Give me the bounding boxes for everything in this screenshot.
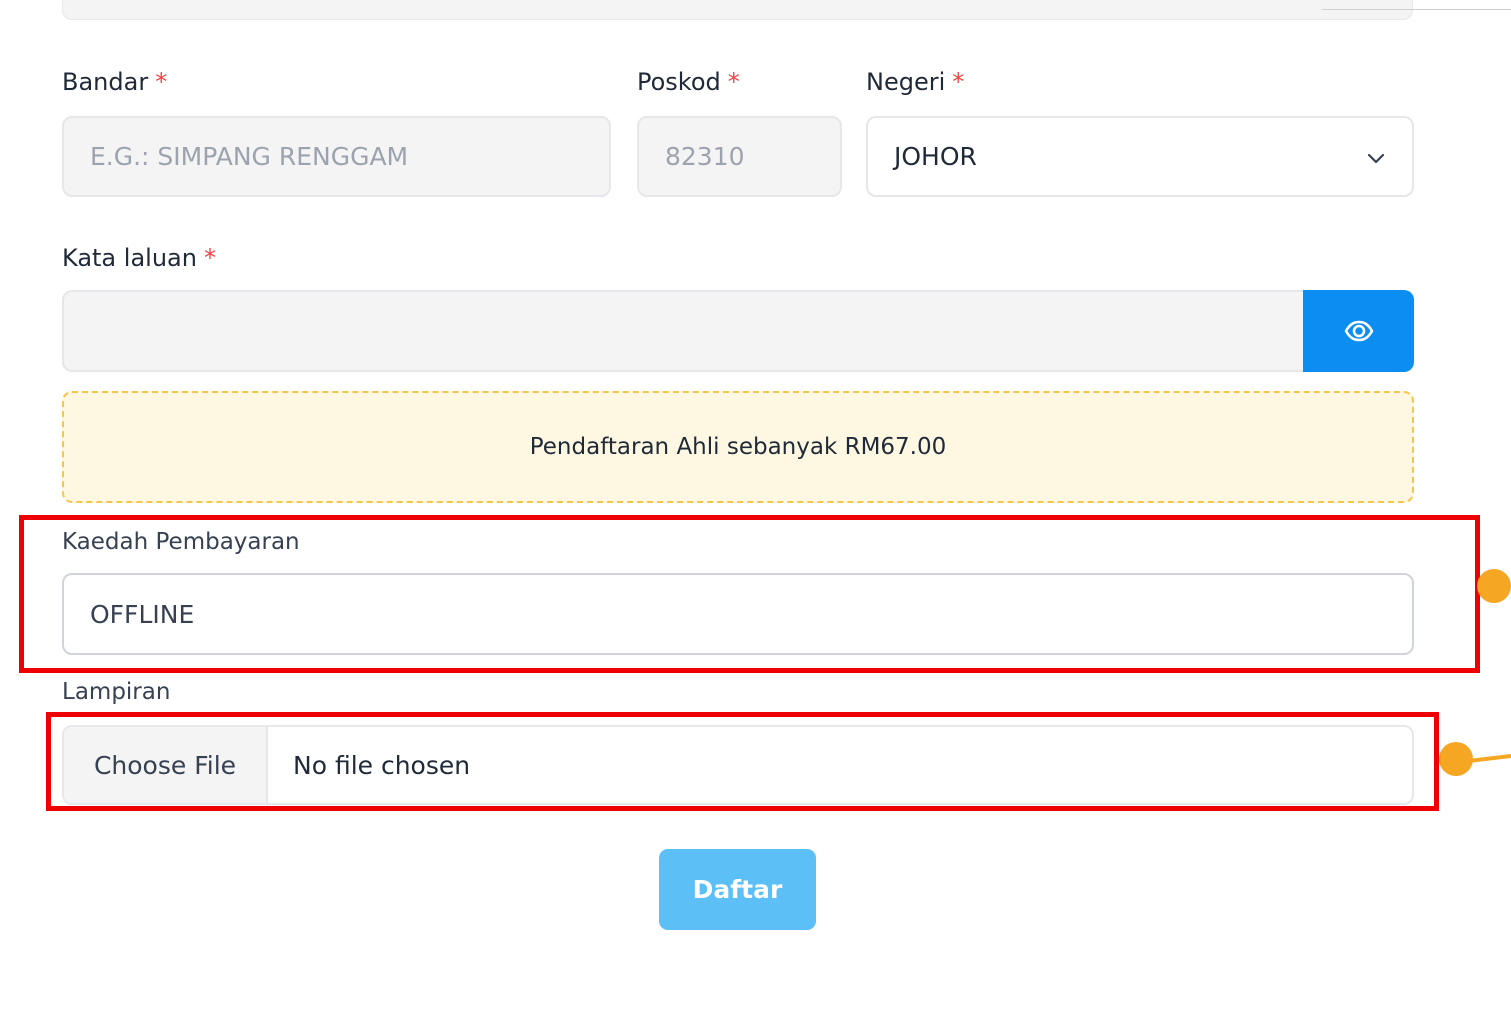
password-input[interactable] <box>62 290 1304 372</box>
state-select[interactable]: JOHOR <box>866 116 1414 197</box>
submit-button[interactable]: Daftar <box>659 849 816 930</box>
password-field-group <box>62 290 1414 372</box>
annotation-dot <box>1477 569 1511 603</box>
file-status-value: No file chosen <box>293 750 471 780</box>
required-asterisk: * <box>952 68 965 96</box>
postcode-value: 82310 <box>665 142 745 171</box>
annotation-line <box>1460 754 1511 764</box>
choose-file-label: Choose File <box>93 750 237 780</box>
city-input[interactable]: E.G.: SIMPANG RENGGAM <box>62 116 611 197</box>
city-label-text: Bandar <box>62 68 149 96</box>
password-label-text: Kata laluan <box>62 244 197 272</box>
state-selected-value: JOHOR <box>894 142 977 171</box>
postcode-input[interactable]: 82310 <box>637 116 842 197</box>
attachment-label-text: Lampiran <box>62 679 171 705</box>
city-placeholder: E.G.: SIMPANG RENGGAM <box>90 142 409 171</box>
state-label-text: Negeri <box>866 68 946 96</box>
required-asterisk: * <box>203 244 216 272</box>
file-status-text: No file chosen <box>268 727 470 803</box>
divider-line <box>1322 9 1511 10</box>
registration-form-page: Bandar * E.G.: SIMPANG RENGGAM Poskod * 82… <box>0 0 1511 1012</box>
payment-method-label: Kaedah Pembayaran <box>62 527 300 557</box>
payment-method-label-text: Kaedah Pembayaran <box>62 529 300 555</box>
payment-method-input[interactable]: OFFLINE <box>62 573 1414 655</box>
previous-input-field[interactable] <box>62 0 1413 20</box>
attachment-label: Lampiran <box>62 677 170 707</box>
required-asterisk: * <box>155 68 168 96</box>
submit-button-label: Daftar <box>692 875 783 904</box>
state-label: Negeri * <box>866 67 964 97</box>
password-label: Kata laluan * <box>62 243 216 273</box>
city-label: Bandar * <box>62 67 167 97</box>
required-asterisk: * <box>727 68 740 96</box>
notice-text: Pendaftaran Ahli sebanyak RM67.00 <box>529 434 947 460</box>
payment-method-value: OFFLINE <box>90 599 195 629</box>
eye-icon <box>1344 320 1373 342</box>
postcode-label: Poskod * <box>637 67 740 97</box>
choose-file-button[interactable]: Choose File <box>64 727 268 803</box>
chevron-down-icon <box>1367 153 1385 164</box>
toggle-password-visibility-button[interactable] <box>1303 290 1414 372</box>
registration-fee-notice: Pendaftaran Ahli sebanyak RM67.00 <box>62 391 1414 503</box>
postcode-label-text: Poskod <box>637 68 721 96</box>
attachment-file-input[interactable]: Choose File No file chosen <box>62 725 1414 805</box>
